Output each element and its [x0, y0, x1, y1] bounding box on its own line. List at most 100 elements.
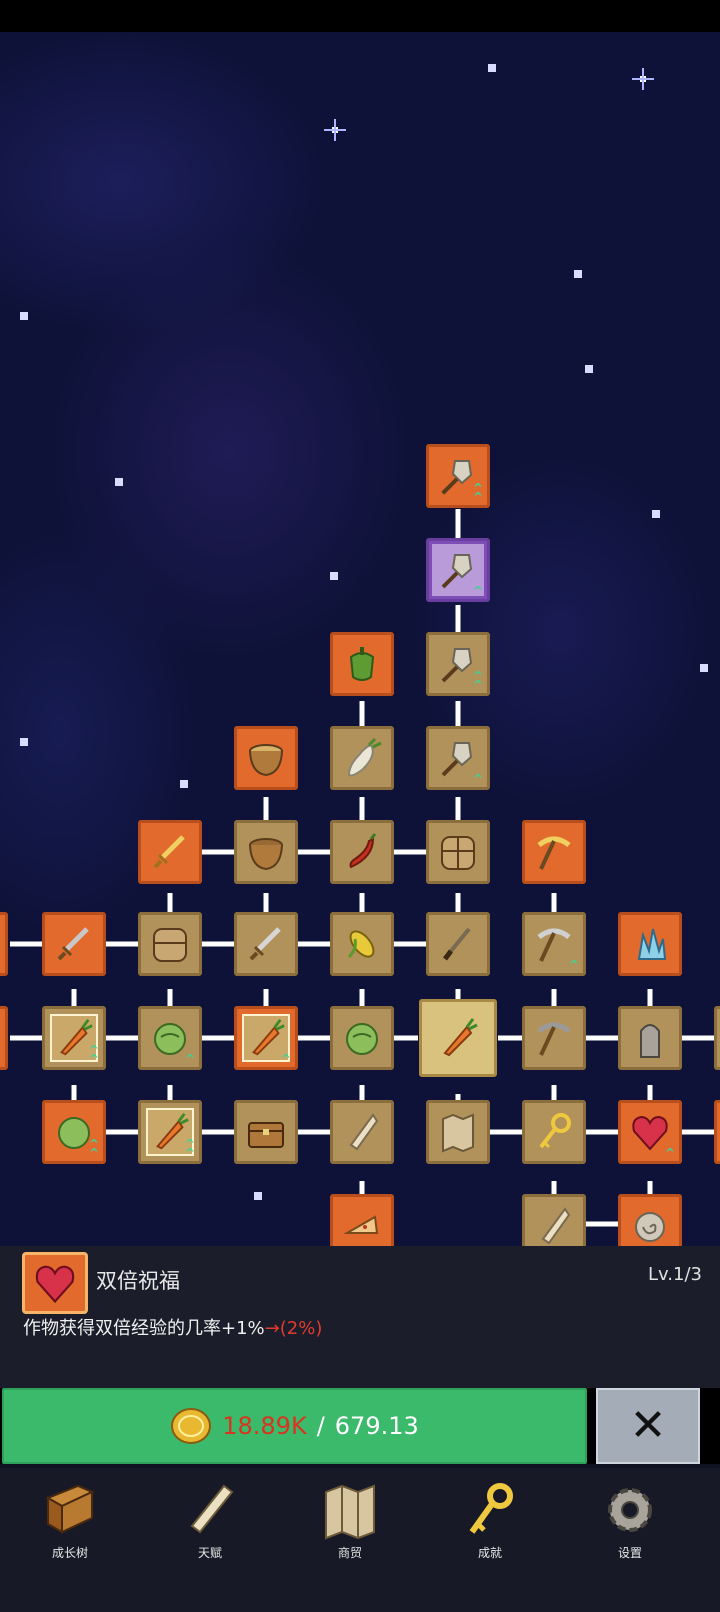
crystal-icon: [637, 928, 667, 960]
statue-icon: [640, 1024, 660, 1058]
skill-tree-canvas[interactable]: ^ ^ ^ ^ ^ ^ ^ ^ ^ ^ ^ ^ ^ ^ ^ ^: [0, 32, 720, 1282]
skill-node-key[interactable]: [522, 1100, 586, 1164]
nav-talent-label: 天赋: [197, 1546, 222, 1560]
nav-tree[interactable]: 成长树: [10, 1468, 130, 1568]
scroll-icon: [190, 1484, 234, 1534]
pizza-icon: [343, 1215, 379, 1234]
golden-key-icon: [469, 1483, 513, 1534]
skill-node-carrot-center[interactable]: [419, 999, 497, 1077]
skill-node-offscreen-left-2[interactable]: [0, 1006, 8, 1070]
skill-node-pickaxe[interactable]: ^: [522, 912, 586, 976]
knife-icon: [443, 927, 471, 961]
nav-talent[interactable]: 天赋: [150, 1468, 270, 1568]
heart-icon: [35, 1265, 75, 1304]
cost-separator: /: [316, 1412, 325, 1440]
bell-pepper-icon: [349, 647, 375, 681]
close-button[interactable]: ✕: [596, 1388, 700, 1464]
upgrade-chevron-icon: ^: [472, 772, 483, 786]
upgrade-chevron-icon: ^: [280, 1052, 291, 1066]
skill-node-corn[interactable]: [330, 912, 394, 976]
carrot-icon: [443, 1018, 478, 1057]
upgrade-chevron-icon: ^ ^: [472, 669, 483, 692]
skill-node-pepper[interactable]: [330, 632, 394, 696]
coins-owned: 18.89K: [222, 1412, 307, 1440]
selected-skill-icon: [22, 1252, 88, 1314]
radish-icon: [347, 737, 382, 777]
skill-description: 作物获得双倍经验的几率+1%→(2%): [23, 1314, 322, 1340]
skill-node-gold-pickaxe[interactable]: [522, 820, 586, 884]
skill-node-shovel-3[interactable]: ^: [426, 726, 490, 790]
skill-node-cabbage[interactable]: ^: [138, 1006, 202, 1070]
bowl-icon: [249, 744, 283, 777]
backpack-icon: [153, 928, 187, 962]
key-icon: [539, 1113, 571, 1149]
skill-node-offscreen-right-2[interactable]: [714, 1100, 720, 1164]
effect-arrow: →: [264, 1318, 280, 1339]
nav-trade[interactable]: 商贸: [290, 1468, 410, 1568]
bowl-icon: [249, 838, 283, 871]
skill-node-shovel-2[interactable]: ^ ^: [426, 632, 490, 696]
corn-icon: [347, 930, 375, 959]
skill-node-iron-sword[interactable]: [42, 912, 106, 976]
backpack-icon: [441, 836, 475, 870]
upgrade-button[interactable]: 18.89K / 679.13: [2, 1388, 587, 1464]
skill-node-map[interactable]: [426, 1100, 490, 1164]
skill-node-chili[interactable]: [330, 820, 394, 884]
nav-trade-label: 商贸: [337, 1546, 362, 1560]
skill-node-sword[interactable]: [234, 912, 298, 976]
nav-settings-label: 设置: [617, 1546, 642, 1560]
map-icon: [442, 1113, 474, 1153]
skill-level: Lv.1/3: [648, 1264, 702, 1285]
gear-icon: [608, 1488, 652, 1532]
pickaxe-icon: [537, 1022, 571, 1056]
sword-icon: [249, 927, 281, 961]
skill-node-statue[interactable]: [618, 1006, 682, 1070]
chili-icon: [349, 833, 377, 869]
skill-node-scroll[interactable]: [330, 1100, 394, 1164]
sword-icon: [57, 927, 89, 961]
shell-fossil-icon: [635, 1212, 665, 1242]
upgrade-chevron-icon: ^: [664, 1146, 675, 1160]
skill-node-chest[interactable]: [234, 1100, 298, 1164]
scroll-icon: [349, 1113, 379, 1151]
nav-tree-label: 成长树: [51, 1546, 88, 1560]
skill-name: 双倍祝福: [96, 1269, 180, 1293]
skill-node-bowl-2[interactable]: [234, 820, 298, 884]
skill-node-radish[interactable]: [330, 726, 394, 790]
treasure-chest-icon: [248, 1122, 284, 1148]
map-icon: [325, 1484, 375, 1540]
skill-node-crystal[interactable]: [618, 912, 682, 976]
close-icon: ✕: [629, 1400, 667, 1451]
nav-achievement[interactable]: 成就: [430, 1468, 550, 1568]
upgrade-chevron-icon: ^ ^: [184, 1137, 195, 1160]
status-bar: [0, 0, 720, 32]
bottom-nav: 成长树 天赋 商贸 成就 设置: [0, 1468, 720, 1612]
skill-node-shovel-rare[interactable]: ^: [426, 538, 490, 602]
skill-node-gold-sword[interactable]: [138, 820, 202, 884]
upgrade-cost: 679.13: [334, 1412, 419, 1440]
upgrade-chevron-icon: ^ ^: [88, 1137, 99, 1160]
nav-settings[interactable]: 设置: [570, 1468, 690, 1568]
skill-effect-text: 作物获得双倍经验的几率+1%: [23, 1318, 265, 1339]
book-icon: [45, 1484, 95, 1534]
skill-node-carrot-rare[interactable]: ^: [234, 1006, 298, 1070]
skill-node-carrot-rare-3[interactable]: ^ ^: [42, 1006, 106, 1070]
skill-node-carrot-rare-2[interactable]: ^ ^: [138, 1100, 202, 1164]
skill-node-backpack-2[interactable]: [138, 912, 202, 976]
skill-node-heart[interactable]: ^: [618, 1100, 682, 1164]
skill-node-shovel[interactable]: ^ ^: [426, 444, 490, 508]
golden-pickaxe-icon: [537, 836, 571, 870]
upgrade-chevron-icon: ^ ^: [472, 481, 483, 504]
skill-node-cabbage-2[interactable]: [330, 1006, 394, 1070]
skill-node-bowl[interactable]: [234, 726, 298, 790]
upgrade-chevron-icon: ^: [568, 958, 579, 972]
gold-coin-icon: [171, 1408, 212, 1444]
skill-node-offscreen-left[interactable]: [0, 912, 8, 976]
skill-node-knife[interactable]: [426, 912, 490, 976]
golden-sword-icon: [153, 835, 185, 869]
skill-node-pickaxe-2[interactable]: [522, 1006, 586, 1070]
scroll-icon: [541, 1207, 571, 1245]
skill-node-cabbage-3[interactable]: ^ ^: [42, 1100, 106, 1164]
skill-node-backpack[interactable]: [426, 820, 490, 884]
skill-node-offscreen-right[interactable]: [714, 1006, 720, 1070]
